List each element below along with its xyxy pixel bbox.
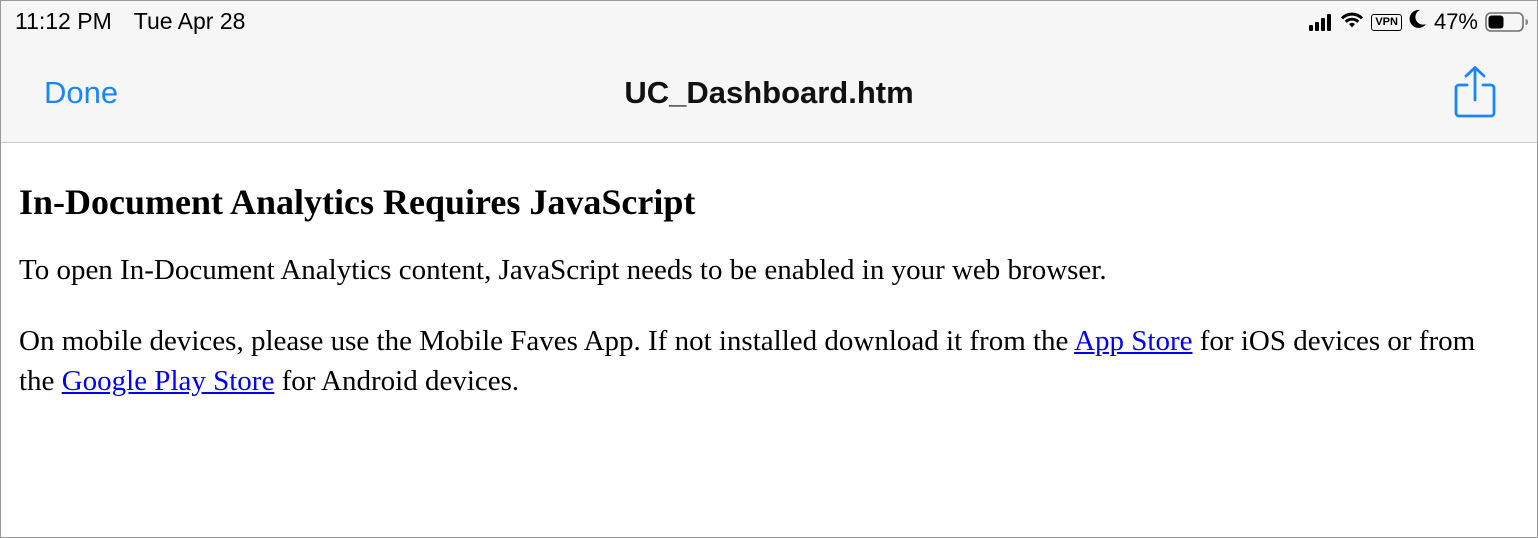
status-bar-left: 11:12 PM Tue Apr 28 xyxy=(15,8,245,35)
page-heading: In-Document Analytics Requires JavaScrip… xyxy=(19,182,696,222)
mobile-app-notice: On mobile devices, please use the Mobile… xyxy=(19,321,1499,401)
app-store-link[interactable]: App Store xyxy=(1074,325,1192,357)
top-bar: 11:12 PM Tue Apr 28 VPN 47% Done UC_Dash… xyxy=(1,1,1537,143)
status-bar-right: VPN 47% xyxy=(1302,9,1529,35)
google-play-store-link[interactable]: Google Play Store xyxy=(62,365,275,397)
battery-percent: 47% xyxy=(1433,9,1478,34)
document-content: In-Document Analytics Requires JavaScrip… xyxy=(19,143,1499,401)
vpn-icon: VPN xyxy=(1371,13,1402,31)
screen: 11:12 PM Tue Apr 28 VPN 47% Done UC_Dash… xyxy=(0,0,1538,538)
notice-text-start: On mobile devices, please use the Mobile… xyxy=(19,325,1075,357)
wifi-icon xyxy=(1340,9,1364,35)
cellular-signal-icon xyxy=(1309,13,1333,31)
do-not-disturb-moon-icon xyxy=(1409,9,1427,35)
notice-text-end: for Android devices. xyxy=(274,365,520,397)
status-time: 11:12 PM xyxy=(15,8,112,34)
share-icon[interactable] xyxy=(1453,65,1497,119)
javascript-notice: To open In-Document Analytics content, J… xyxy=(19,254,1107,286)
status-date: Tue Apr 28 xyxy=(133,8,246,34)
document-title: UC_Dashboard.htm xyxy=(624,75,914,110)
battery-icon xyxy=(1485,12,1529,32)
